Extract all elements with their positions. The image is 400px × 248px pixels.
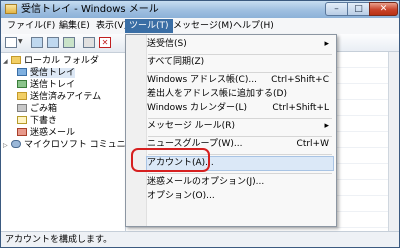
menu-edit[interactable]: 編集(E): [55, 19, 94, 33]
mail-app-icon: [5, 4, 17, 14]
menu-item-label: メッセージ ルール(R): [147, 121, 235, 131]
menu-bar: ファイル(F) 編集(E) 表示(V) ツール(T) メッセージ(M) ヘルプ(…: [1, 18, 399, 50]
menu-item-label: 迷惑メールのオプション(J)...: [147, 177, 265, 187]
minimize-button[interactable]: –: [325, 2, 348, 16]
menu-item-address-book[interactable]: Windows アドレス帳(C)... Ctrl+Shift+C: [147, 74, 333, 87]
junk-icon: [17, 128, 27, 136]
menu-separator: [148, 173, 332, 174]
vertical-scrollbar[interactable]: [388, 52, 399, 231]
menu-item-label: Windows カレンダー(L): [147, 103, 248, 113]
menu-separator: [148, 136, 332, 137]
status-bar: アカウントを構成します。: [1, 231, 399, 247]
collapse-icon[interactable]: ◢: [3, 56, 11, 68]
menu-separator: [148, 72, 332, 73]
folder-drafts[interactable]: 下書き: [17, 115, 57, 127]
menu-item-label: オプション(O)...: [147, 191, 215, 201]
delete-icon[interactable]: ✕: [99, 37, 111, 48]
newsgroup-icon: [11, 140, 21, 148]
folder-microsoft-community[interactable]: ▷ マイクロソフト コミュニティ: [3, 139, 143, 151]
menu-item-options[interactable]: オプション(O)...: [147, 190, 333, 203]
folder-pane: ◢ ローカル フォルダ 受信トレイ 送信トレイ 送信済みアイテム ごみ箱 下書き …: [1, 53, 143, 231]
menu-item-junk-options[interactable]: 迷惑メールのオプション(J)...: [147, 176, 333, 189]
toolbar: ▼ ✕: [1, 34, 125, 53]
folder-label: 送信済みアイテム: [30, 92, 102, 102]
folder-label: ごみ箱: [30, 104, 58, 114]
folder-inbox[interactable]: 受信トレイ: [17, 67, 76, 79]
menu-help[interactable]: ヘルプ(H): [229, 19, 278, 33]
folder-junk-mail[interactable]: 迷惑メール: [17, 127, 75, 139]
menu-item-send-receive[interactable]: 送受信(S) ▸: [147, 38, 333, 51]
menu-icon-gutter: [126, 35, 147, 226]
title-bar[interactable]: 受信トレイ - Windows メール – □ ✕: [1, 1, 399, 19]
menu-item-add-sender[interactable]: 差出人をアドレス帳に追加する(D): [147, 88, 333, 101]
new-mail-icon[interactable]: [5, 37, 17, 48]
folder-label: 下書き: [30, 116, 58, 126]
menu-separator: [148, 118, 332, 119]
draft-icon: [17, 116, 27, 124]
folder-local-folders[interactable]: ◢ ローカル フォルダ: [3, 55, 99, 67]
inbox-icon: [17, 68, 27, 76]
menu-item-message-rules[interactable]: メッセージ ルール(R) ▸: [147, 120, 333, 133]
maximize-button[interactable]: □: [347, 2, 370, 16]
folder-label: 迷惑メール: [30, 128, 76, 138]
status-text: アカウントを構成します。: [5, 235, 113, 245]
menu-item-sync-all[interactable]: すべて同期(Z): [147, 56, 333, 69]
outbox-icon: [17, 80, 27, 88]
forward-icon[interactable]: [63, 37, 75, 48]
folder-label: 送信トレイ: [30, 80, 76, 90]
tools-menu-dropdown: 送受信(S) ▸ すべて同期(Z) Windows アドレス帳(C)... Ct…: [125, 34, 337, 227]
submenu-arrow-icon: ▸: [324, 121, 329, 131]
menu-item-calendar[interactable]: Windows カレンダー(L) Ctrl+Shift+L: [147, 102, 333, 115]
menu-item-label: 差出人をアドレス帳に追加する(D): [147, 89, 287, 99]
folder-outbox[interactable]: 送信トレイ: [17, 79, 75, 91]
highlight-ring: [131, 148, 210, 172]
menu-item-label: 送受信(S): [147, 39, 187, 49]
reply-icon[interactable]: [31, 37, 43, 48]
menu-separator: [148, 54, 332, 55]
new-mail-dropdown-icon[interactable]: ▼: [18, 38, 23, 45]
menu-message[interactable]: メッセージ(M): [169, 19, 237, 33]
sent-icon: [17, 92, 27, 100]
window-title: 受信トレイ - Windows メール: [21, 4, 159, 15]
folder-icon: [11, 56, 21, 64]
menu-item-shortcut: Ctrl+Shift+C: [271, 75, 329, 85]
folder-sent-items[interactable]: 送信済みアイテム: [17, 91, 101, 103]
menu-file[interactable]: ファイル(F): [3, 19, 59, 33]
trash-icon: [17, 104, 27, 112]
menu-tools[interactable]: ツール(T): [125, 19, 173, 33]
folder-label: 受信トレイ: [30, 68, 76, 78]
submenu-arrow-icon: ▸: [324, 39, 329, 49]
menu-item-label: Windows アドレス帳(C)...: [147, 75, 257, 85]
mail-window: 受信トレイ - Windows メール – □ ✕ ファイル(F) 編集(E) …: [0, 0, 400, 248]
expand-icon[interactable]: ▷: [3, 140, 11, 152]
folder-trash[interactable]: ごみ箱: [17, 103, 57, 115]
print-icon[interactable]: [83, 37, 95, 48]
menu-item-label: すべて同期(Z): [147, 57, 205, 67]
folder-label: ローカル フォルダ: [24, 56, 99, 66]
menu-item-shortcut: Ctrl+W: [296, 139, 329, 149]
reply-all-icon[interactable]: [47, 37, 59, 48]
menu-item-shortcut: Ctrl+Shift+L: [272, 103, 329, 113]
close-button[interactable]: ✕: [369, 2, 398, 16]
